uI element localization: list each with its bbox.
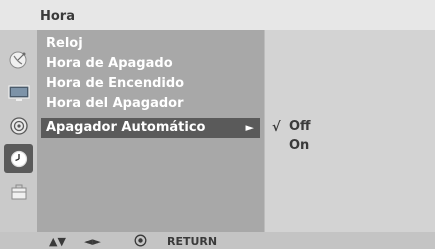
category-option[interactable] — [4, 177, 33, 206]
menu-item-auto-sleep[interactable]: Apagador Automático ► — [41, 118, 260, 138]
return-label: RETURN — [167, 235, 218, 248]
option-on[interactable]: On — [289, 138, 309, 153]
monitor-icon — [7, 84, 30, 101]
navigation-hint-bar: ▲▼ ◄► RETURN — [0, 232, 435, 249]
menu-item-label: Hora de Apagado — [46, 56, 173, 71]
tv-osd-menu: Hora Reloj Hora de Apagado Hora de Encen… — [0, 0, 435, 249]
option-off[interactable]: Off — [289, 119, 311, 134]
menu-item-label: Apagador Automático — [46, 120, 206, 135]
speaker-icon — [9, 116, 28, 135]
up-down-arrows-icon: ▲▼ — [49, 235, 66, 248]
submenu-panel: √ Off On — [264, 30, 435, 232]
checkmark-icon: √ — [272, 120, 281, 135]
category-picture[interactable] — [4, 78, 33, 107]
menu-title: Hora — [40, 9, 75, 24]
satellite-dish-icon — [9, 51, 26, 68]
toolbox-icon — [11, 184, 26, 199]
title-bar: Hora — [0, 0, 435, 31]
ok-button-icon — [134, 234, 147, 247]
menu-item-off-time[interactable]: Hora de Apagado — [41, 54, 260, 74]
category-sound[interactable] — [4, 111, 33, 140]
left-right-arrows-icon: ◄► — [84, 235, 101, 248]
menu-item-label: Hora de Encendido — [46, 76, 185, 91]
menu-item-label: Hora del Apagador — [46, 96, 184, 111]
clock-icon — [10, 150, 27, 167]
menu-item-on-time[interactable]: Hora de Encendido — [41, 74, 260, 94]
submenu-arrow-icon: ► — [245, 121, 254, 134]
category-sidebar — [0, 30, 38, 232]
category-setup[interactable] — [4, 45, 33, 74]
category-time[interactable] — [4, 144, 33, 173]
menu-item-label: Reloj — [46, 36, 83, 51]
menu-list: Reloj Hora de Apagado Hora de Encendido … — [37, 30, 264, 232]
menu-item-clock[interactable]: Reloj — [41, 34, 260, 54]
menu-item-sleep-time[interactable]: Hora del Apagador — [41, 94, 260, 114]
